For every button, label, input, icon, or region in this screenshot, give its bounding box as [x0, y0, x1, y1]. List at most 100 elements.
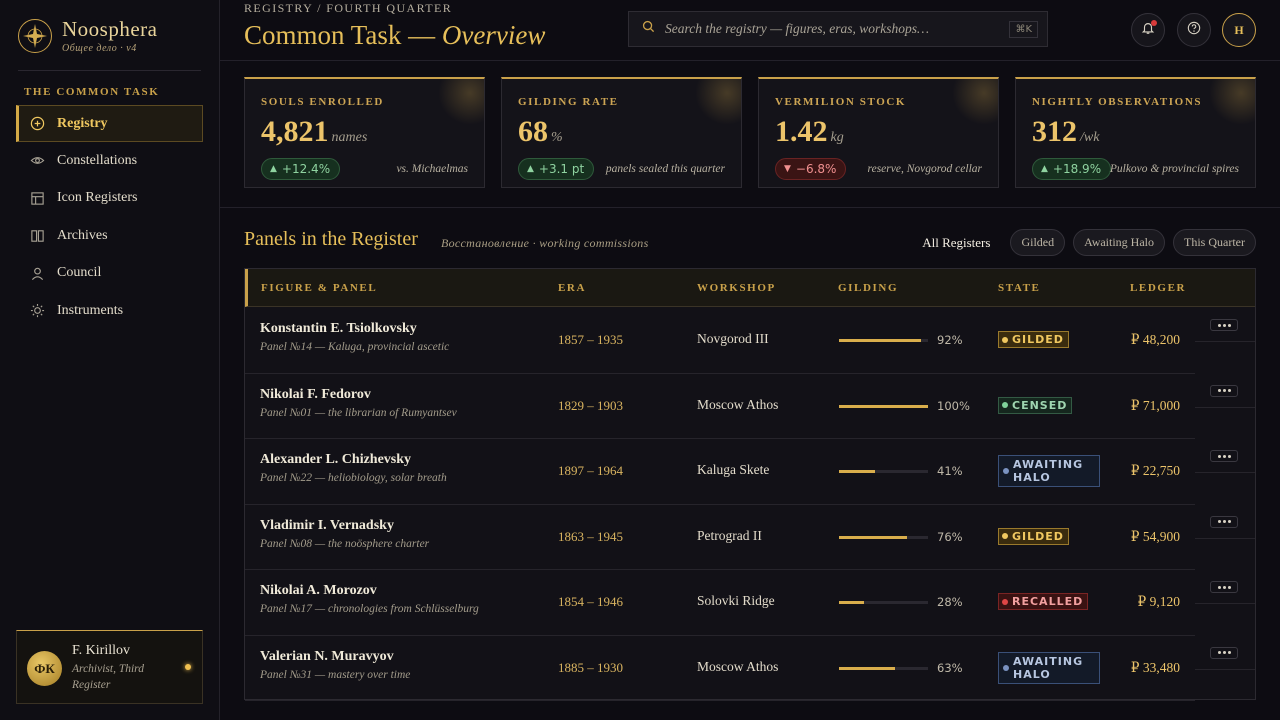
search-icon	[642, 20, 655, 38]
sidebar-item-registry[interactable]: Registry	[16, 105, 203, 142]
kpi-note: panels sealed this quarter	[605, 163, 725, 175]
kpi-unit: /wk	[1080, 130, 1100, 145]
panel-description: Panel №17 — chronologies from Schlüsselb…	[260, 603, 479, 615]
delta-badge: ▼ −6.8%	[775, 158, 847, 180]
panel-description: Panel №01 — the librarian of Rumyantsev	[260, 406, 457, 419]
state-label: AWAITING HALO	[1013, 654, 1084, 681]
more-dot	[1222, 323, 1226, 327]
sidebar-item-icon-registers[interactable]: Icon Registers	[16, 180, 203, 218]
column-header-figure[interactable]: FIGURE & PANEL	[261, 282, 377, 294]
kpi-number: 4,821	[261, 115, 329, 148]
figure-name[interactable]: Nikolai F. Fedorov	[260, 387, 371, 403]
delta-badge: ▲ +3.1 pt	[518, 158, 595, 180]
more-dot	[1222, 454, 1226, 458]
sidebar-item-label: Council	[57, 265, 102, 281]
figure-name[interactable]: Alexander L. Chizhevsky	[260, 452, 411, 468]
era-range: 1854 – 1946	[558, 594, 623, 609]
sidebar-item-council[interactable]: Council	[16, 255, 203, 293]
gilding-progress-bar	[839, 535, 928, 539]
arrow-up-icon: ▲	[270, 164, 277, 174]
more-dot	[1222, 651, 1226, 654]
column-header-state[interactable]: STATE	[998, 282, 1040, 294]
column-header-gilding[interactable]: GILDING	[838, 282, 898, 294]
kpi-label: GILDING RATE	[518, 96, 619, 108]
table-row[interactable]: Konstantin E. Tsiolkovsky Panel №14 — Kal…	[245, 308, 1195, 374]
state-badge: CENSED	[998, 396, 1073, 414]
table-row[interactable]: Nikolai A. Morozov Panel №17 — chronologi…	[245, 570, 1195, 636]
table-row[interactable]: Valerian N. Muravyov Panel №31 — mastery …	[245, 636, 1195, 701]
sidebar-section-label: THE COMMON TASK	[24, 86, 160, 98]
compass-star-icon	[18, 19, 52, 53]
row-more-button[interactable]	[1210, 319, 1238, 331]
era-range: 1857 – 1935	[558, 332, 623, 347]
row-more-button[interactable]	[1210, 646, 1238, 659]
person-icon	[29, 265, 45, 281]
gilding-percent: 28%	[937, 595, 963, 609]
divider	[1195, 603, 1255, 604]
kpi-value: 4,821 names	[261, 115, 367, 149]
state-dot	[1002, 533, 1008, 539]
help-button[interactable]	[1177, 13, 1211, 47]
book-icon	[29, 228, 45, 244]
kpi-number: 1.42	[775, 115, 828, 148]
gilding-progress-fill	[839, 404, 928, 408]
era-range: 1863 – 1945	[558, 528, 623, 544]
search-bar[interactable]: Search the registry — figures, eras, wor…	[628, 11, 1048, 47]
more-dot	[1217, 651, 1221, 654]
user-card[interactable]: ФК F. Kirillov Archivist, Third Register	[16, 630, 203, 704]
more-dot	[1217, 323, 1221, 327]
brand[interactable]: Noosphera Общее дело · v4	[18, 18, 157, 54]
kpi-note: Pulkovo & provincial spires	[1109, 163, 1239, 175]
card-glow	[1209, 79, 1255, 125]
delta-badge: ▲ +18.9%	[1032, 158, 1112, 180]
figure-name[interactable]: Valerian N. Muravyov	[260, 649, 394, 665]
kpi-number: 68	[518, 115, 548, 148]
divider	[220, 207, 1280, 208]
column-header-workshop[interactable]: WORKSHOP	[697, 282, 776, 294]
filter-chip-awaiting-halo[interactable]: Awaiting Halo	[1073, 229, 1166, 256]
row-more-button[interactable]	[1210, 384, 1238, 397]
plus-circle-icon	[29, 116, 45, 132]
panel-description: Panel №08 — the noösphere charter	[260, 537, 430, 550]
gilding-progress-bar	[839, 404, 928, 408]
kpi-unit: kg	[830, 130, 844, 145]
table-header: FIGURE & PANEL ERA WORKSHOP GILDING STAT…	[245, 269, 1255, 307]
row-more-button[interactable]	[1210, 581, 1238, 593]
card-glow	[695, 79, 741, 125]
column-header-ledger[interactable]: LEDGER	[1130, 282, 1186, 294]
user-name: F. Kirillov	[72, 643, 130, 658]
sidebar-item-label: Icon Registers	[57, 190, 138, 206]
filter-all-registers[interactable]: All Registers	[922, 235, 990, 251]
sidebar-item-instruments[interactable]: Instruments	[16, 292, 203, 330]
state-badge: RECALLED	[998, 593, 1089, 610]
delta-badge: ▲ +12.4%	[261, 158, 341, 180]
state-dot	[1003, 664, 1009, 671]
era-range: 1829 – 1903	[558, 397, 623, 413]
table-row[interactable]: Alexander L. Chizhevsky Panel №22 — helio…	[245, 439, 1195, 505]
filter-chip-this-quarter[interactable]: This Quarter	[1173, 229, 1256, 256]
filter-chip-gilded[interactable]: Gilded	[1010, 229, 1066, 256]
user-menu-button[interactable]: H	[1222, 13, 1256, 47]
gilding-percent: 100%	[937, 398, 970, 413]
row-more-button[interactable]	[1210, 450, 1238, 462]
figure-name[interactable]: Konstantin E. Tsiolkovsky	[260, 321, 417, 337]
workshop-name: Kaluga Skete	[697, 462, 770, 477]
ledger-amount: ₽ 9,120	[1137, 594, 1180, 609]
sidebar-item-archives[interactable]: Archives	[16, 217, 203, 255]
column-header-era[interactable]: ERA	[558, 282, 586, 294]
state-dot	[1002, 402, 1008, 408]
row-more-button[interactable]	[1210, 515, 1238, 528]
table-row[interactable]: Vladimir I. Vernadsky Panel №08 — the noö…	[245, 505, 1195, 570]
gilding-progress-bar	[839, 601, 928, 604]
kpi-note: reserve, Novgorod cellar	[867, 163, 982, 175]
notifications-button[interactable]	[1131, 13, 1165, 47]
delta-value: +18.9%	[1052, 162, 1102, 176]
gilding-progress-fill	[839, 339, 921, 342]
search-input[interactable]: Search the registry — figures, eras, wor…	[665, 21, 929, 37]
figure-name[interactable]: Nikolai A. Morozov	[260, 583, 377, 599]
sidebar-item-constellations[interactable]: Constellations	[16, 142, 203, 180]
figure-name[interactable]: Vladimir I. Vernadsky	[260, 518, 394, 534]
kpi-value: 312/wk	[1032, 115, 1099, 149]
table-row[interactable]: Nikolai F. Fedorov Panel №01 — the librar…	[245, 374, 1195, 439]
grid-icon	[29, 190, 45, 206]
